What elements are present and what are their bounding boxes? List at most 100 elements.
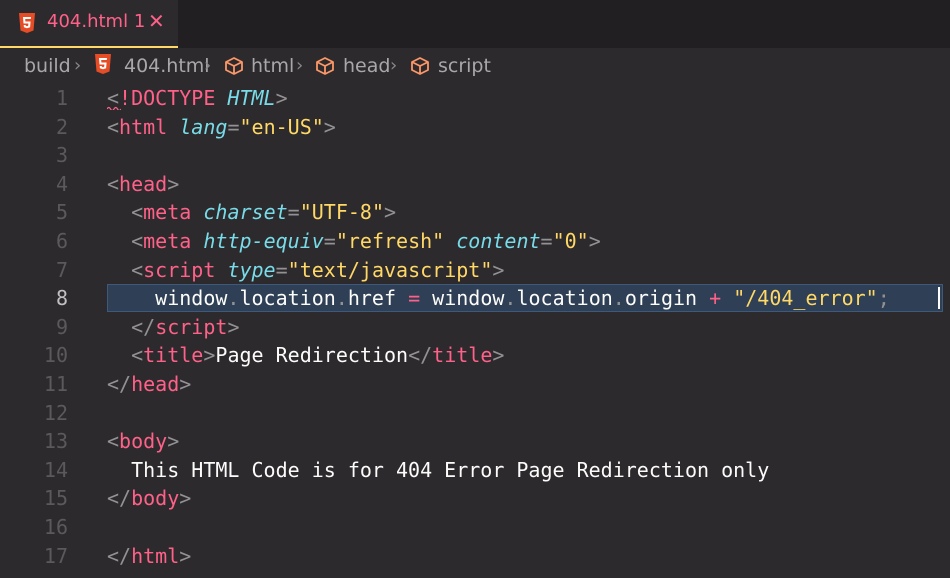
code-line[interactable]: 9 </script> bbox=[0, 313, 950, 341]
code-token: location bbox=[516, 286, 613, 311]
code-token: = bbox=[323, 229, 336, 253]
code-token: This HTML Code is for 404 Error Page Red… bbox=[107, 457, 770, 482]
code-text: </script> bbox=[107, 313, 239, 341]
code-token: > bbox=[492, 343, 505, 368]
code-token: > bbox=[275, 86, 288, 110]
code-line[interactable]: 15 </body> bbox=[0, 484, 950, 512]
breadcrumb-item-file[interactable]: 404.html bbox=[124, 54, 210, 78]
line-number: 12 bbox=[43, 400, 68, 425]
line-number: 1 bbox=[55, 86, 68, 110]
code-text: </html> bbox=[107, 542, 191, 570]
code-line[interactable]: 1 <!DOCTYPE HTML> bbox=[0, 84, 950, 112]
tab-filename: 404.html 1 bbox=[47, 11, 146, 32]
code-token: . bbox=[504, 286, 517, 311]
line-number: 17 bbox=[43, 543, 68, 568]
code-token: "refresh" bbox=[335, 229, 445, 253]
code-text: <body> bbox=[107, 427, 179, 455]
line-number: 3 bbox=[55, 143, 68, 168]
code-token: < bbox=[131, 343, 144, 368]
code-token: type bbox=[227, 257, 276, 282]
close-icon[interactable]: ✕ bbox=[148, 9, 165, 33]
code-token: head bbox=[119, 171, 168, 196]
line-number: 14 bbox=[43, 457, 68, 482]
tab-bar: 404.html 1 ✕ bbox=[0, 0, 950, 48]
breadcrumb-item-html[interactable]: html bbox=[251, 54, 294, 78]
breadcrumb-item-script[interactable]: script bbox=[438, 54, 491, 78]
code-text: <meta http-equiv="refresh" content="0"> bbox=[107, 227, 601, 255]
code-line[interactable]: 8 window.location.href = window.location… bbox=[0, 284, 950, 313]
code-line[interactable]: 7 <script type="text/javascript"> bbox=[0, 256, 950, 284]
breadcrumb-item-build[interactable]: build bbox=[24, 54, 71, 78]
code-token: content bbox=[456, 229, 541, 253]
code-token: head bbox=[131, 372, 180, 396]
code-text: <meta charset="UTF-8"> bbox=[107, 198, 396, 226]
code-token: > bbox=[179, 372, 192, 396]
line-number: 6 bbox=[55, 229, 68, 253]
code-token: = bbox=[275, 257, 288, 282]
code-editor[interactable]: 1 <!DOCTYPE HTML> 2 <html lang="en-US"> 3 4 <h… bbox=[0, 84, 950, 578]
code-token: . bbox=[227, 286, 240, 311]
breadcrumb: build › 404.html › html › head › script bbox=[0, 48, 950, 84]
code-line[interactable]: 17 </html> bbox=[0, 542, 950, 570]
code-token: http-equiv bbox=[203, 229, 324, 253]
breadcrumb-item-head[interactable]: head bbox=[343, 54, 390, 78]
code-line[interactable]: 3 bbox=[0, 141, 950, 169]
code-token: lang bbox=[179, 114, 228, 139]
code-token: = bbox=[227, 114, 240, 139]
chevron-right-icon: › bbox=[204, 55, 212, 76]
code-token: Page Redirection bbox=[215, 343, 409, 368]
line-number: 7 bbox=[55, 257, 68, 282]
code-token: > bbox=[492, 257, 505, 282]
code-token: . bbox=[335, 286, 348, 311]
line-number: 10 bbox=[43, 343, 68, 368]
code-line[interactable]: 16 bbox=[0, 513, 950, 541]
code-text: This HTML Code is for 404 Error Page Red… bbox=[107, 456, 769, 484]
code-token: > bbox=[179, 543, 192, 568]
code-line[interactable]: 13 <body> bbox=[0, 427, 950, 455]
code-token: < bbox=[131, 200, 144, 225]
code-token: window bbox=[420, 286, 505, 311]
error-squiggle-icon bbox=[107, 106, 121, 110]
code-token: body bbox=[119, 429, 168, 454]
code-token: > bbox=[588, 229, 601, 253]
code-line[interactable]: 14 This HTML Code is for 404 Error Page … bbox=[0, 456, 950, 484]
code-token: + bbox=[709, 286, 722, 311]
code-token: = bbox=[540, 229, 553, 253]
code-token: > bbox=[323, 114, 336, 139]
code-token: . bbox=[612, 286, 625, 311]
code-line[interactable]: 2 <html lang="en-US"> bbox=[0, 113, 950, 141]
line-number: 8 bbox=[55, 286, 68, 311]
code-token: script bbox=[143, 257, 216, 282]
code-token: = bbox=[408, 286, 421, 311]
code-line[interactable]: 6 <meta http-equiv="refresh" content="0"… bbox=[0, 227, 950, 255]
code-text: <script type="text/javascript"> bbox=[107, 256, 504, 284]
code-token: > bbox=[167, 171, 180, 196]
code-token: </ bbox=[107, 486, 132, 511]
line-number: 9 bbox=[55, 314, 68, 339]
code-line[interactable]: 12 bbox=[0, 399, 950, 427]
code-line[interactable]: 10 <title>Page Redirection</title> bbox=[0, 341, 950, 369]
code-line[interactable]: 4 <head> bbox=[0, 170, 950, 198]
code-token: > bbox=[167, 429, 180, 454]
line-number: 11 bbox=[43, 372, 68, 396]
chevron-right-icon: › bbox=[74, 55, 82, 76]
code-token: "UTF-8" bbox=[299, 200, 384, 225]
html5-file-icon bbox=[95, 54, 111, 74]
code-text: </body> bbox=[107, 484, 191, 512]
code-line[interactable]: 5 <meta charset="UTF-8"> bbox=[0, 198, 950, 226]
code-token: </ bbox=[107, 372, 132, 396]
editor-tab-404-html[interactable]: 404.html 1 ✕ bbox=[0, 0, 178, 48]
chevron-right-icon: › bbox=[390, 55, 398, 76]
code-token: HTML bbox=[227, 86, 276, 110]
code-line[interactable]: 11 </head> bbox=[0, 370, 950, 398]
code-text: <head> bbox=[107, 170, 179, 198]
